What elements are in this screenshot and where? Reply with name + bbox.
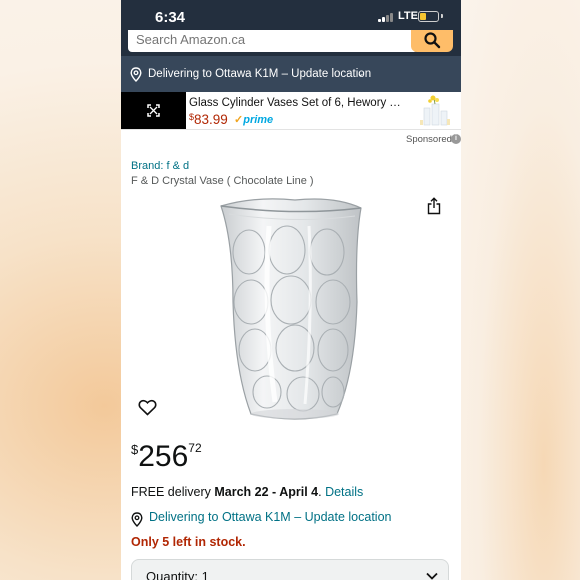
search-area — [121, 30, 461, 56]
location-pin-icon — [130, 67, 142, 82]
delivery-location-text: Delivering to Ottawa K1M – Update locati… — [148, 68, 372, 80]
prime-label: prime — [243, 114, 274, 126]
info-icon[interactable]: i — [451, 134, 461, 144]
product-title: F & D Crystal Vase ( Chocolate Line ) — [131, 175, 314, 187]
search-box[interactable] — [128, 30, 418, 52]
product-image-vase[interactable] — [205, 192, 395, 422]
search-input[interactable] — [136, 31, 406, 47]
chevron-down-icon: ⌄ — [357, 68, 365, 78]
details-link[interactable]: Details — [325, 485, 363, 499]
expand-video-button[interactable] — [121, 92, 186, 129]
ad-product-thumbnail[interactable] — [418, 94, 452, 127]
price-whole: 256 — [138, 440, 189, 473]
search-button[interactable] — [411, 30, 453, 52]
status-time: 6:34 — [155, 9, 186, 26]
battery-tip — [441, 14, 443, 18]
share-icon[interactable] — [427, 197, 441, 215]
heart-icon[interactable] — [138, 399, 157, 416]
battery-level — [420, 13, 426, 20]
background-right — [460, 0, 580, 580]
price-fraction: 72 — [188, 441, 202, 455]
product-price: $25672 — [131, 440, 202, 474]
ad-price-amount: 83.99 — [194, 112, 228, 127]
phone-screen: 6:34 LTE Delivering to Ottawa K1M – — [121, 0, 461, 580]
status-bar: 6:34 LTE — [121, 0, 461, 32]
signal-icon — [378, 13, 394, 22]
prime-badge: ✓prime — [234, 113, 273, 126]
search-icon — [424, 32, 441, 49]
network-label: LTE — [398, 10, 418, 22]
delivery-dates: March 22 - April 4 — [214, 485, 319, 499]
prime-check-icon: ✓ — [234, 114, 244, 126]
chevron-down-icon — [426, 572, 438, 580]
stock-status: Only 5 left in stock. — [131, 535, 246, 549]
delivery-location-link[interactable]: Delivering to Ottawa K1M – Update locati… — [149, 510, 392, 524]
ad-price: $83.99 — [189, 111, 228, 129]
free-delivery-prefix: FREE delivery — [131, 485, 215, 499]
quantity-label: Quantity: 1 — [146, 569, 209, 580]
battery-icon — [418, 11, 439, 22]
delivery-location-bar[interactable]: Delivering to Ottawa K1M – Update locati… — [121, 56, 461, 92]
location-pin-icon — [131, 512, 143, 527]
free-delivery-info: FREE delivery March 22 - April 4. Detail… — [131, 485, 363, 499]
sponsored-label: Sponsored — [406, 134, 452, 145]
sponsored-ad-banner[interactable]: Glass Cylinder Vases Set of 6, Hewory Ta… — [121, 92, 461, 130]
quantity-select[interactable]: Quantity: 1 — [131, 559, 449, 580]
expand-icon — [147, 104, 160, 117]
ad-title[interactable]: Glass Cylinder Vases Set of 6, Hewory Ta… — [189, 97, 404, 109]
brand-link[interactable]: Brand: f & d — [131, 160, 189, 172]
